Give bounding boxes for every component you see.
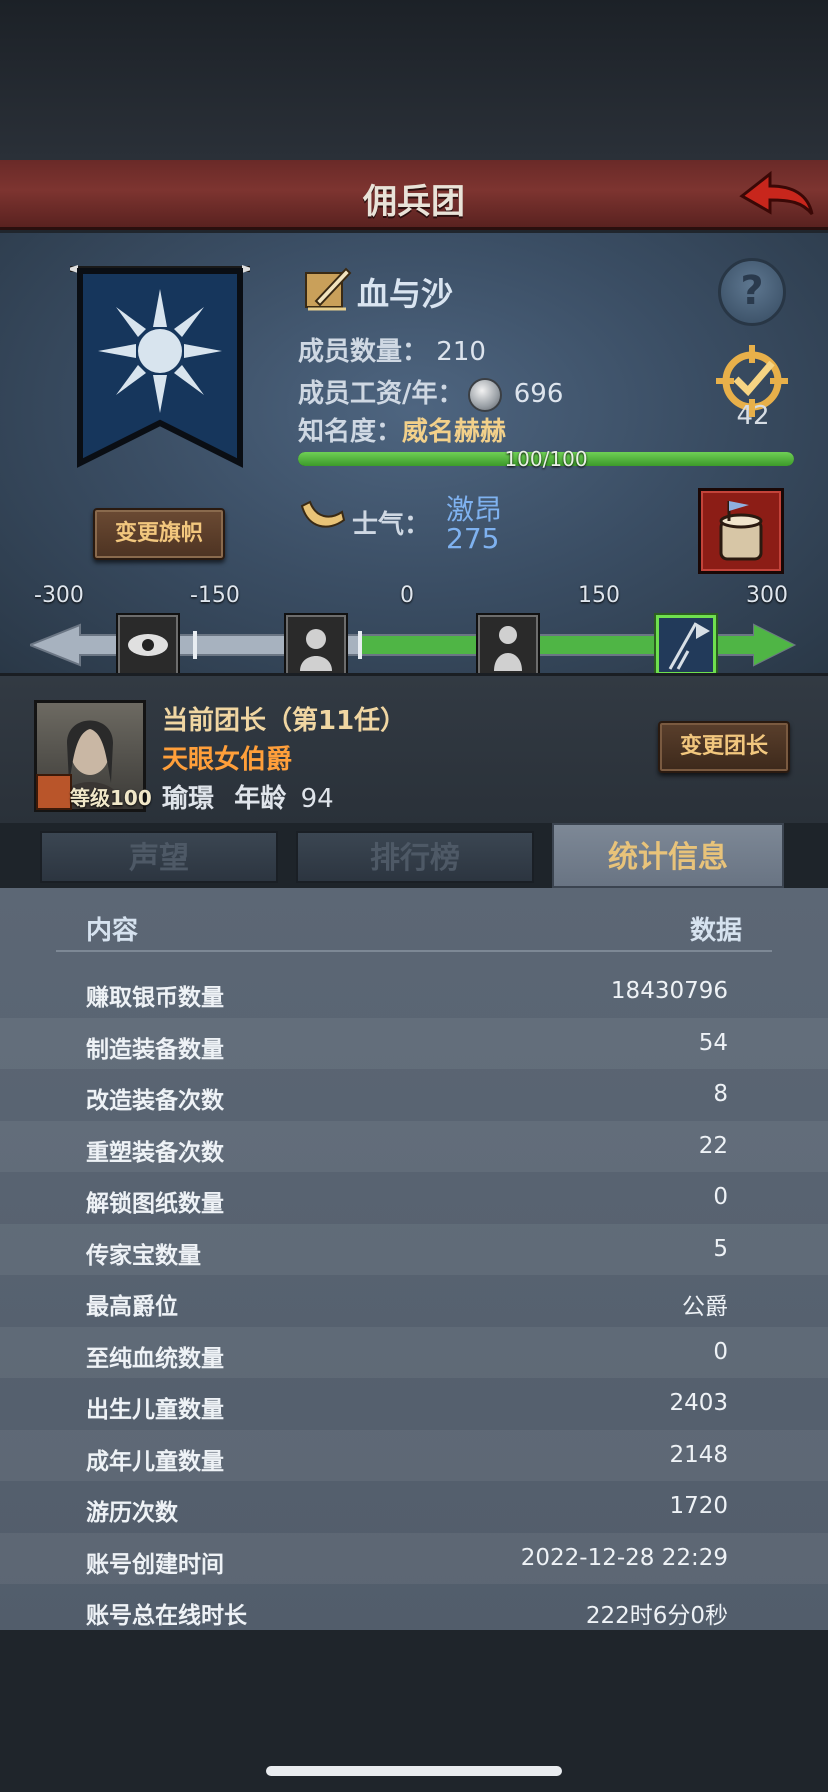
table-row: 最高爵位 公爵 xyxy=(0,1275,828,1326)
leader-title: 当前团长（第11任） xyxy=(162,706,407,736)
members-value: 210 xyxy=(436,337,486,367)
table-row: 制造装备数量 54 xyxy=(0,1017,828,1069)
table-row: 游历次数 1720 xyxy=(0,1481,828,1532)
home-indicator[interactable] xyxy=(266,1766,562,1776)
calm-icon[interactable] xyxy=(476,613,540,677)
table-row: 账号总在线时长 222时6分0秒 xyxy=(0,1584,828,1635)
scale-label: -150 xyxy=(190,583,240,608)
stat-name: 解锁图纸数量 xyxy=(86,1191,224,1217)
table-row: 重塑装备次数 22 xyxy=(0,1120,828,1172)
stat-value: 0 xyxy=(713,1338,728,1365)
stat-value: 2148 xyxy=(669,1441,728,1468)
guild-panel: 变更旗帜 血与沙 ? 成员数量： 210 成员工资/年： 696 知名度：威名赫… xyxy=(0,233,828,677)
stat-value: 1720 xyxy=(669,1493,728,1519)
stat-value: 54 xyxy=(698,1029,728,1056)
salary-value: 696 xyxy=(513,379,564,409)
tab-bar: 声望 排行榜 统计信息 xyxy=(0,823,828,888)
morale-value: 275 xyxy=(446,522,500,555)
stat-name: 改造装备次数 xyxy=(86,1088,224,1114)
tab-reputation[interactable]: 声望 xyxy=(40,831,278,883)
stat-value: 222时6分0秒 xyxy=(585,1603,728,1629)
top-background xyxy=(0,0,828,160)
guild-name: 血与沙 xyxy=(357,275,454,313)
fame-value: 威名赫赫 xyxy=(402,417,507,447)
change-leader-button[interactable]: 变更团长 xyxy=(658,721,790,773)
stats-panel: 内容 数据 赚取银币数量 18430796 制造装备数量 54 改造装备次数 8 重塑装备次… xyxy=(0,888,828,1630)
stat-name: 制造装备数量 xyxy=(86,1036,224,1063)
back-button[interactable] xyxy=(736,166,816,224)
stat-value: 公爵 xyxy=(682,1294,728,1320)
despair-icon[interactable] xyxy=(284,613,348,677)
tab-leaderboard[interactable]: 排行榜 xyxy=(296,831,534,883)
leader-panel: 等级100 当前团长（第11任） 天眼女伯爵 瑜璟 年龄 94 变更团长 xyxy=(0,673,828,823)
age-label: 年龄 xyxy=(234,784,287,814)
stat-name: 赚取银币数量 xyxy=(86,985,224,1011)
fame-label: 知名度： xyxy=(298,417,403,447)
stat-value: 0 xyxy=(713,1184,728,1210)
drum-icon xyxy=(719,501,763,561)
change-flag-button[interactable]: 变更旗帜 xyxy=(93,508,225,560)
edit-icon[interactable] xyxy=(302,263,352,313)
stat-value: 5 xyxy=(713,1235,728,1262)
morale-track: -300 -150 0 150 300 xyxy=(30,583,800,677)
table-row: 账号创建时间 2022-12-28 22:29 xyxy=(0,1532,828,1584)
members-label: 成员数量： xyxy=(298,337,429,367)
tab-statistics[interactable]: 统计信息 xyxy=(552,823,784,888)
stat-name: 出生儿童数量 xyxy=(86,1397,224,1423)
stat-name: 游历次数 xyxy=(86,1500,178,1526)
rally-icon[interactable] xyxy=(654,613,718,677)
table-row: 改造装备次数 8 xyxy=(0,1069,828,1120)
stat-name: 至纯血统数量 xyxy=(86,1345,224,1372)
stat-value: 2403 xyxy=(669,1390,728,1416)
leader-person: 瑜璟 xyxy=(162,784,215,814)
table-row: 至纯血统数量 0 xyxy=(0,1326,828,1378)
stat-name: 重塑装备次数 xyxy=(86,1139,224,1166)
scale-label: 150 xyxy=(578,583,620,608)
drum-button[interactable] xyxy=(698,488,784,574)
table-row: 赚取银币数量 18430796 xyxy=(0,966,828,1017)
back-arrow-icon xyxy=(739,170,814,215)
stat-value: 18430796 xyxy=(610,978,728,1004)
scale-label: 300 xyxy=(746,583,788,608)
table-row: 成年儿童数量 2148 xyxy=(0,1429,828,1481)
age-value: 94 xyxy=(300,784,334,814)
stat-name: 账号创建时间 xyxy=(86,1551,224,1578)
level-icon xyxy=(36,774,72,810)
page-title: 佣兵团 xyxy=(363,182,465,222)
header-bar: 佣兵团 xyxy=(0,160,828,230)
scale-label: 0 xyxy=(400,583,414,608)
fame-line: 知名度：威名赫赫 xyxy=(298,411,506,448)
leader-info: 瑜璟 年龄 94 xyxy=(162,778,334,815)
stat-name: 账号总在线时长 xyxy=(86,1603,247,1629)
level-label: 等级100 xyxy=(70,786,152,810)
members-line: 成员数量： 210 xyxy=(298,331,486,368)
stat-value: 2022-12-28 22:29 xyxy=(520,1544,728,1571)
table-row: 解锁图纸数量 0 xyxy=(0,1172,828,1223)
salary-line: 成员工资/年： 696 xyxy=(298,373,563,412)
stat-value: 8 xyxy=(713,1081,728,1107)
stat-name: 传家宝数量 xyxy=(86,1242,201,1269)
leader-name: 天眼女伯爵 xyxy=(162,745,293,775)
stat-value: 22 xyxy=(698,1132,728,1159)
morale-label: 士气： xyxy=(352,510,431,540)
scale-label: -300 xyxy=(34,583,84,608)
guild-banner xyxy=(70,265,250,468)
eye-icon[interactable] xyxy=(116,613,180,677)
salary-label: 成员工资/年： xyxy=(298,379,464,409)
help-button[interactable]: ? xyxy=(718,258,786,326)
column-header-data: 数据 xyxy=(689,916,742,946)
stat-name: 成年儿童数量 xyxy=(86,1448,224,1475)
badge-count: 42 xyxy=(736,401,770,431)
table-header: 内容 数据 xyxy=(56,902,772,952)
silver-coin-icon xyxy=(467,377,502,412)
fame-progress-text: 100/100 xyxy=(504,447,588,471)
column-header-content: 内容 xyxy=(86,916,139,946)
horn-icon xyxy=(300,500,346,528)
table-row: 传家宝数量 5 xyxy=(0,1223,828,1275)
stat-name: 最高爵位 xyxy=(86,1294,178,1320)
table-row: 出生儿童数量 2403 xyxy=(0,1378,828,1429)
